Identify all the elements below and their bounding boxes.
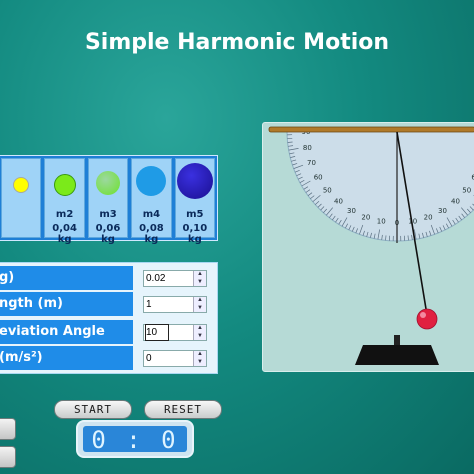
pendulum-panel: 9080706050403020100102030405060708090 — [262, 122, 474, 372]
param-angle-label: eviation Angle — [0, 320, 133, 344]
timer: 0 : 0 — [76, 420, 194, 458]
param-angle-row: eviation Angle ▲ ▼ — [0, 320, 217, 345]
param-mass-row: g) ▲ ▼ — [0, 266, 217, 291]
protractor-label: 10 — [377, 218, 386, 226]
mass-option-m3[interactable]: m3 0,06 kg — [87, 158, 129, 245]
protractor-label: 30 — [438, 207, 447, 215]
arrow-down-icon[interactable]: ▼ — [194, 279, 206, 286]
mass-input[interactable] — [146, 271, 190, 286]
spinner-arrows[interactable]: ▲ ▼ — [193, 271, 206, 286]
angle-input[interactable] — [145, 324, 169, 341]
protractor-label: 60 — [314, 174, 323, 182]
protractor-label: 40 — [334, 198, 343, 206]
mass-value: 0,10 kg — [182, 223, 208, 245]
side-button-bottom[interactable] — [0, 446, 16, 468]
param-length-row: ngth (m) ▲ ▼ — [0, 292, 217, 317]
parameter-panel: g) ▲ ▼ ngth (m) ▲ ▼ eviation Angle ▲ ▼ — [0, 262, 218, 374]
protractor-label: 50 — [323, 186, 332, 194]
mass-name: m3 — [99, 209, 117, 220]
mass-value: 0,06 kg — [95, 223, 121, 245]
mass-ball-icon — [53, 174, 76, 196]
protractor-label: 40 — [451, 198, 460, 206]
mass-option-m4[interactable]: m4 0,08 kg — [131, 158, 172, 245]
length-spinner[interactable]: ▲ ▼ — [143, 296, 207, 313]
protractor-label: 50 — [462, 186, 471, 194]
param-gravity-label: (m/s²) — [0, 346, 133, 370]
arrow-down-icon[interactable]: ▼ — [194, 305, 206, 312]
support-rod — [268, 126, 474, 133]
mass-name: m2 — [55, 209, 74, 220]
protractor-label: 30 — [347, 207, 356, 215]
mass-name: m5 — [186, 209, 204, 220]
angle-spinner[interactable]: ▲ ▼ — [143, 324, 207, 341]
stand-base — [355, 345, 439, 365]
timer-display: 0 : 0 — [83, 426, 187, 454]
spinner-arrows[interactable]: ▲ ▼ — [193, 297, 206, 312]
length-input[interactable] — [146, 297, 190, 312]
mass-value: 0,04 kg — [52, 223, 77, 245]
arrow-down-icon[interactable]: ▼ — [194, 333, 206, 340]
mass-ball-icon — [136, 166, 167, 196]
spinner-arrows[interactable]: ▲ ▼ — [193, 351, 206, 366]
protractor-label: 70 — [307, 159, 316, 167]
stand-pole — [394, 335, 400, 345]
side-button-top[interactable] — [0, 418, 16, 440]
param-length-label: ngth (m) — [0, 292, 133, 316]
pendulum-scene: 9080706050403020100102030405060708090 — [268, 126, 474, 365]
gravity-spinner[interactable]: ▲ ▼ — [143, 350, 207, 367]
protractor-label: 80 — [303, 144, 312, 152]
mass-ball-icon — [96, 171, 121, 195]
arrow-down-icon[interactable]: ▼ — [194, 359, 206, 366]
pendulum-bob — [416, 308, 438, 330]
mass-option-m5[interactable]: m5 0,10 kg — [174, 158, 216, 245]
mass-name: m4 — [142, 209, 161, 220]
param-mass-label: g) — [0, 266, 133, 290]
param-gravity-row: (m/s²) ▲ ▼ — [0, 346, 217, 371]
start-button[interactable]: START — [54, 400, 132, 419]
protractor-label: 20 — [361, 214, 370, 222]
bob-highlight — [420, 312, 426, 318]
reset-button[interactable]: RESET — [144, 400, 222, 419]
arrow-up-icon[interactable]: ▲ — [194, 325, 206, 332]
mass-ball-icon — [176, 163, 213, 199]
page-title: Simple Harmonic Motion — [84, 30, 390, 55]
mass-option-m2[interactable]: m2 0,04 kg — [44, 158, 85, 245]
arrow-up-icon[interactable]: ▲ — [194, 297, 206, 304]
arrow-up-icon[interactable]: ▲ — [194, 271, 206, 278]
protractor-label: 20 — [424, 214, 433, 222]
spinner-arrows[interactable]: ▲ ▼ — [193, 325, 206, 340]
mass-value: 0,08 kg — [139, 223, 164, 245]
mass-spinner[interactable]: ▲ ▼ — [143, 270, 207, 287]
mass-selector: m2 0,04 kg m3 0,06 kg m4 0,08 kg m5 0,10… — [0, 155, 218, 245]
mass-option-m1[interactable] — [1, 158, 42, 238]
gravity-input[interactable] — [146, 351, 190, 366]
arrow-up-icon[interactable]: ▲ — [194, 351, 206, 358]
mass-ball-icon — [13, 177, 30, 193]
